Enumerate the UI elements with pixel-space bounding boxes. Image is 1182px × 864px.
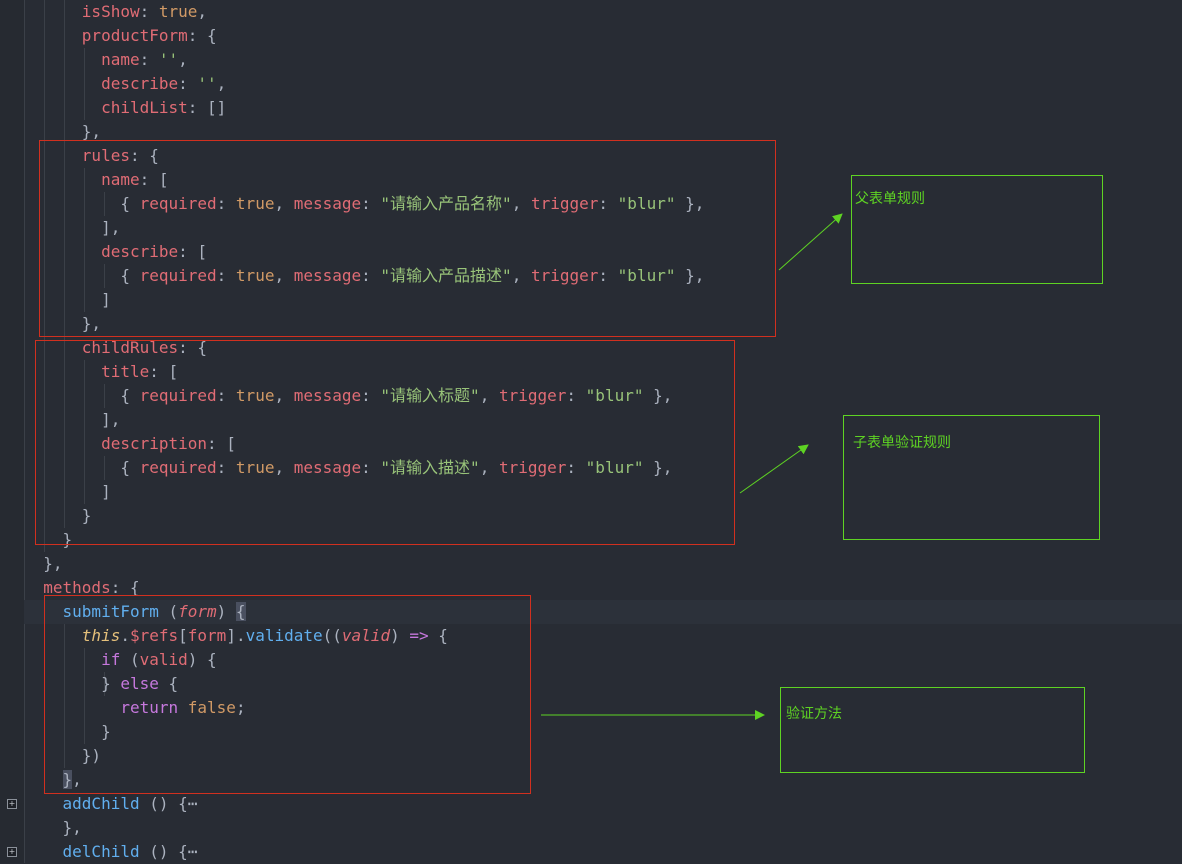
arrow-to-child-note [739, 444, 809, 494]
annotation-arrows [541, 213, 843, 720]
arrow-to-parent-note [778, 213, 843, 271]
